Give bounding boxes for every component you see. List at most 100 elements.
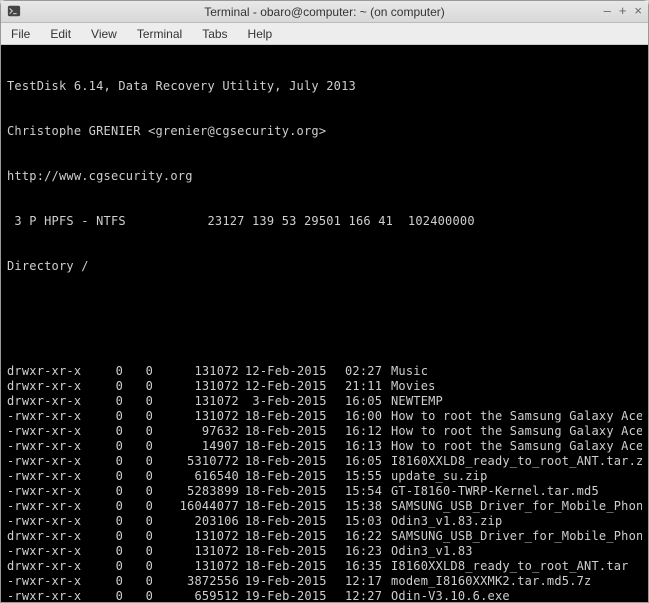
menu-view[interactable]: View: [91, 27, 117, 41]
titlebar[interactable]: Terminal - obaro@computer: ~ (on compute…: [1, 1, 648, 23]
file-perm: drwxr-xr-x: [7, 394, 93, 409]
file-a: 0: [93, 484, 123, 499]
file-b: 0: [123, 529, 153, 544]
file-a: 0: [93, 499, 123, 514]
file-row[interactable]: -rwxr-xr-x00528389918-Feb-201515:54GT-I8…: [7, 484, 642, 499]
file-row[interactable]: drwxr-xr-x00131072 3-Feb-201516:05NEWTEM…: [7, 394, 642, 409]
file-perm: -rwxr-xr-x: [7, 514, 93, 529]
file-row[interactable]: -rwxr-xr-x0013107218-Feb-201516:23Odin3_…: [7, 544, 642, 559]
file-name: Music: [385, 364, 642, 379]
file-perm: drwxr-xr-x: [7, 559, 93, 574]
file-size: 16044077: [153, 499, 239, 514]
file-b: 0: [123, 409, 153, 424]
file-name: I8160XXLD8_ready_to_root_ANT.tar.zip: [385, 454, 642, 469]
file-date: 18-Feb-2015: [239, 484, 339, 499]
terminal-body[interactable]: TestDisk 6.14, Data Recovery Utility, Ju…: [1, 45, 648, 602]
menu-tabs[interactable]: Tabs: [202, 27, 227, 41]
file-a: 0: [93, 424, 123, 439]
file-row[interactable]: drwxr-xr-x0013107212-Feb-201502:27Music: [7, 364, 642, 379]
file-date: 18-Feb-2015: [239, 424, 339, 439]
file-row[interactable]: -rwxr-xr-x00531077218-Feb-201516:05I8160…: [7, 454, 642, 469]
file-b: 0: [123, 574, 153, 589]
file-date: 12-Feb-2015: [239, 379, 339, 394]
file-a: 0: [93, 529, 123, 544]
file-time: 16:13: [339, 439, 385, 454]
file-perm: -rwxr-xr-x: [7, 424, 93, 439]
file-perm: -rwxr-xr-x: [7, 589, 93, 602]
file-perm: -rwxr-xr-x: [7, 454, 93, 469]
file-time: 15:54: [339, 484, 385, 499]
file-date: 19-Feb-2015: [239, 589, 339, 602]
file-b: 0: [123, 499, 153, 514]
file-name: SAMSUNG_USB_Driver_for_Mobile_Phones: [385, 529, 642, 544]
file-a: 0: [93, 559, 123, 574]
file-row[interactable]: -rwxr-xr-x00387255619-Feb-201512:17modem…: [7, 574, 642, 589]
file-date: 19-Feb-2015: [239, 574, 339, 589]
maximize-button[interactable]: +: [619, 3, 627, 18]
file-row[interactable]: -rwxr-xr-x0061654018-Feb-201515:55update…: [7, 469, 642, 484]
file-date: 18-Feb-2015: [239, 559, 339, 574]
file-size: 131072: [153, 529, 239, 544]
file-row[interactable]: -rwxr-xr-x009763218-Feb-201516:12How to …: [7, 424, 642, 439]
file-a: 0: [93, 514, 123, 529]
file-name: How to root the Samsung Galaxy Ace 2 -: [385, 439, 642, 454]
partition-line: 3 P HPFS - NTFS 23127 139 53 29501 166 4…: [7, 214, 642, 229]
file-perm: -rwxr-xr-x: [7, 574, 93, 589]
menu-edit[interactable]: Edit: [50, 27, 71, 41]
file-row[interactable]: -rwxr-xr-x0065951219-Feb-201512:27Odin-V…: [7, 589, 642, 602]
file-size: 203106: [153, 514, 239, 529]
file-name: I8160XXLD8_ready_to_root_ANT.tar: [385, 559, 642, 574]
file-a: 0: [93, 454, 123, 469]
menu-file[interactable]: File: [11, 27, 30, 41]
file-b: 0: [123, 544, 153, 559]
close-button[interactable]: ×: [634, 3, 642, 18]
file-time: 16:00: [339, 409, 385, 424]
file-name: SAMSUNG_USB_Driver_for_Mobile_Phones.z: [385, 499, 642, 514]
file-b: 0: [123, 364, 153, 379]
file-a: 0: [93, 469, 123, 484]
file-b: 0: [123, 394, 153, 409]
file-date: 18-Feb-2015: [239, 544, 339, 559]
file-row[interactable]: -rwxr-xr-x0013107218-Feb-201516:00How to…: [7, 409, 642, 424]
file-time: 15:55: [339, 469, 385, 484]
file-name: Odin3_v1.83.zip: [385, 514, 642, 529]
file-size: 14907: [153, 439, 239, 454]
file-row[interactable]: drwxr-xr-x0013107218-Feb-201516:22SAMSUN…: [7, 529, 642, 544]
minimize-button[interactable]: –: [604, 3, 611, 18]
file-a: 0: [93, 574, 123, 589]
file-date: 18-Feb-2015: [239, 529, 339, 544]
menu-help[interactable]: Help: [248, 27, 273, 41]
menu-terminal[interactable]: Terminal: [137, 27, 182, 41]
file-name: modem_I8160XXMK2.tar.md5.7z: [385, 574, 642, 589]
menubar: File Edit View Terminal Tabs Help: [1, 23, 648, 45]
file-date: 18-Feb-2015: [239, 439, 339, 454]
file-perm: -rwxr-xr-x: [7, 409, 93, 424]
file-perm: -rwxr-xr-x: [7, 439, 93, 454]
file-name: How to root the Samsung Galaxy Ace 2 -: [385, 424, 642, 439]
file-time: 16:23: [339, 544, 385, 559]
file-b: 0: [123, 484, 153, 499]
file-size: 131072: [153, 394, 239, 409]
file-date: 18-Feb-2015: [239, 499, 339, 514]
blank-line: [7, 304, 642, 319]
file-perm: drwxr-xr-x: [7, 379, 93, 394]
file-b: 0: [123, 379, 153, 394]
file-row[interactable]: drwxr-xr-x0013107218-Feb-201516:35I8160X…: [7, 559, 642, 574]
file-row[interactable]: -rwxr-xr-x001604407718-Feb-201515:38SAMS…: [7, 499, 642, 514]
file-size: 131072: [153, 544, 239, 559]
file-date: 18-Feb-2015: [239, 454, 339, 469]
file-listing: drwxr-xr-x0013107212-Feb-201502:27Musicd…: [7, 364, 642, 602]
file-name: NEWTEMP: [385, 394, 642, 409]
file-time: 16:35: [339, 559, 385, 574]
file-time: 15:03: [339, 514, 385, 529]
file-row[interactable]: drwxr-xr-x0013107212-Feb-201521:11Movies: [7, 379, 642, 394]
file-row[interactable]: -rwxr-xr-x0020310618-Feb-201515:03Odin3_…: [7, 514, 642, 529]
window-title: Terminal - obaro@computer: ~ (on compute…: [204, 5, 445, 19]
file-b: 0: [123, 559, 153, 574]
file-b: 0: [123, 439, 153, 454]
file-row[interactable]: -rwxr-xr-x001490718-Feb-201516:13How to …: [7, 439, 642, 454]
file-size: 131072: [153, 379, 239, 394]
header-line-3: http://www.cgsecurity.org: [7, 169, 642, 184]
file-a: 0: [93, 544, 123, 559]
file-time: 16:05: [339, 394, 385, 409]
